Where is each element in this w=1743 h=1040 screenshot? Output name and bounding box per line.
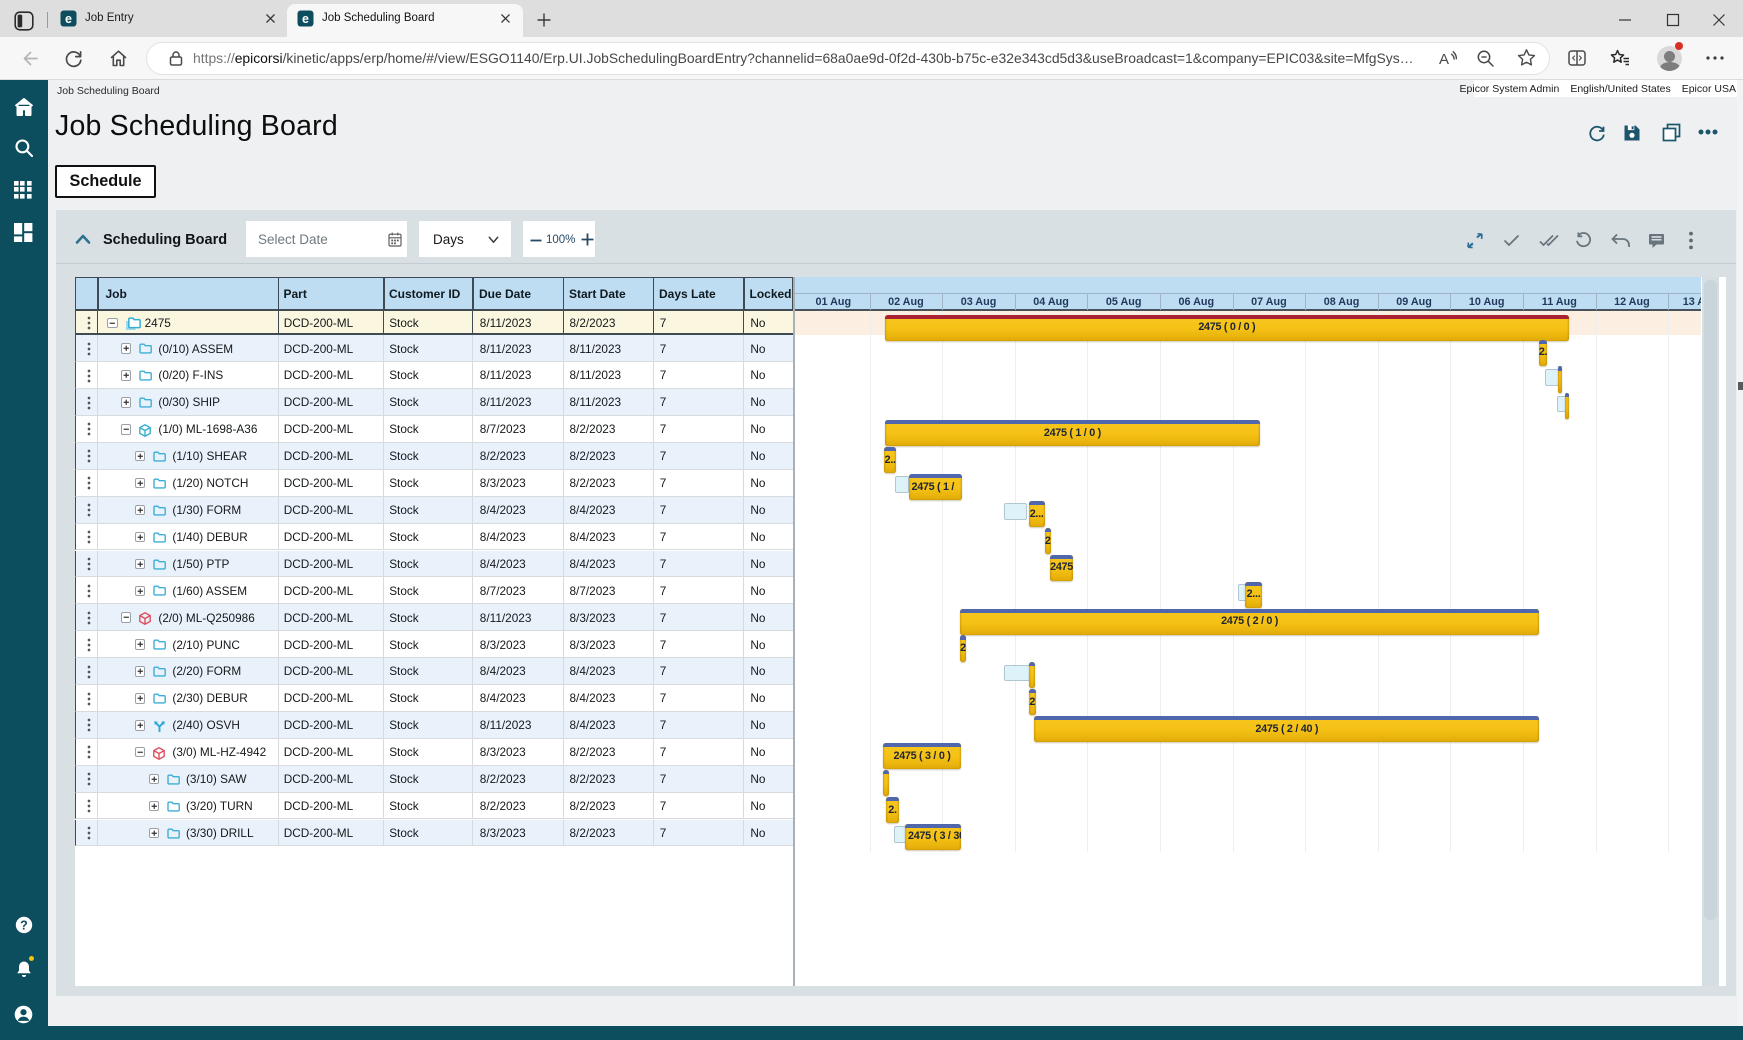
- svg-text:e: e: [302, 12, 309, 26]
- svg-text:e: e: [65, 12, 72, 26]
- svg-text:?: ?: [20, 918, 28, 932]
- svg-text:A: A: [1439, 51, 1449, 68]
